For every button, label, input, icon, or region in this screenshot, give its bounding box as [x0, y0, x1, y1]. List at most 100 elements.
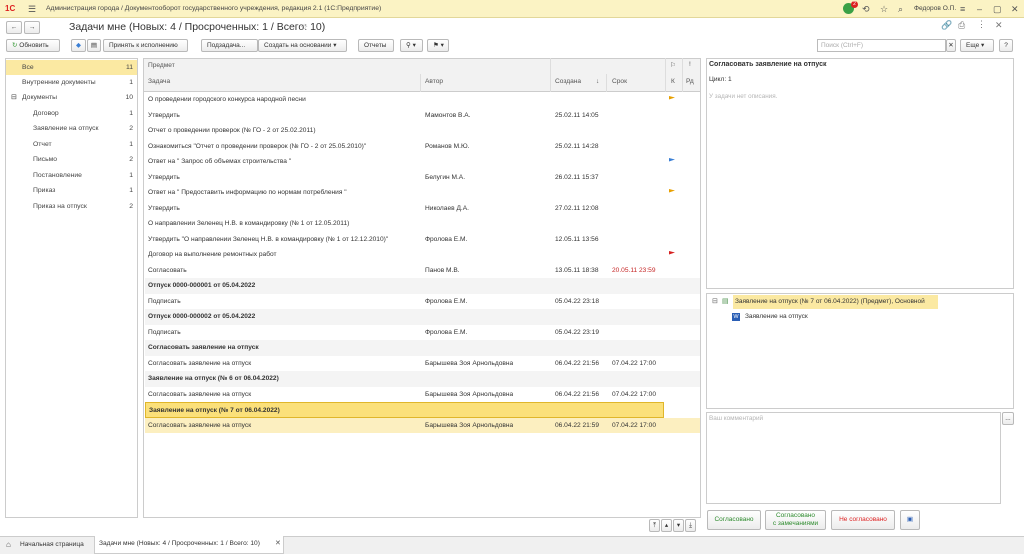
table-row[interactable]: Согласовать заявление на отпуск [145, 340, 700, 356]
save-button[interactable]: ▣ [900, 510, 920, 530]
link-icon[interactable]: 🔗 [941, 20, 952, 31]
home-icon[interactable]: ⌂ [6, 540, 11, 549]
tab-home[interactable]: Начальная страница [20, 541, 84, 548]
scroll-top-button[interactable]: ⤒ [649, 519, 660, 532]
print-icon[interactable]: ⎙ [958, 20, 965, 31]
column-subject[interactable]: Предмет [148, 62, 175, 69]
table-row[interactable]: Согласовать заявление на отпуск Барышева … [145, 356, 700, 372]
tree-collapse-icon[interactable]: ⊟ [712, 297, 718, 305]
reports-button[interactable]: Отчеты [358, 39, 394, 52]
sidebar-item-letter[interactable]: Письмо 2 [6, 152, 137, 167]
approve-button[interactable]: Согласовано [707, 510, 761, 530]
flag-blue-button[interactable]: ◆ [71, 39, 86, 52]
sidebar-item-internal[interactable]: Внутренние документы 1 [6, 75, 137, 90]
table-row[interactable]: Согласовать Панов М.В. 13.05.11 18:38 20.05… [145, 263, 700, 279]
accept-icon-button[interactable]: ▤ [87, 39, 101, 52]
menu-icon[interactable]: ☰ [28, 0, 36, 18]
sidebar-item-contract[interactable]: Договор 1 [6, 106, 137, 121]
table-row[interactable]: О направлении Зеленец Н.В. в командировк… [145, 216, 700, 232]
table-row[interactable]: Утвердить Мамонтов В.А. 25.02.11 14:05 [145, 108, 700, 124]
close-icon[interactable]: ✕ [1011, 0, 1019, 18]
row-created: 25.02.11 14:28 [555, 142, 599, 150]
back-button[interactable]: ← [6, 21, 22, 34]
tab-current[interactable]: Задачи мне (Новых: 4 / Просроченных: 1 /… [94, 536, 284, 554]
star-icon[interactable]: ☆ [300, 22, 308, 33]
reject-button[interactable]: Не согласовано [831, 510, 895, 530]
sidebar-item-resolution[interactable]: Постановление 1 [6, 168, 137, 183]
flag-icon[interactable] [669, 189, 675, 193]
column-rd[interactable]: Рд [686, 78, 694, 85]
table-row[interactable]: Подписать Фролова Е.М. 05.04.22 23:18 [145, 294, 700, 310]
table-row[interactable]: Ответ на " Запрос об объемах строительст… [145, 154, 700, 170]
tab-close-icon[interactable]: ✕ [275, 539, 281, 547]
table-row[interactable]: Отпуск 0000-000001 от 05.04.2022 [145, 278, 700, 294]
table-row[interactable]: Заявление на отпуск (№ 7 от 06.04.2022) [145, 402, 664, 418]
maximize-icon[interactable]: ▢ [993, 0, 1002, 18]
table-row[interactable]: Ознакомиться "Отчет о проведении проверо… [145, 139, 700, 155]
table-row[interactable]: Отпуск 0000-000002 от 05.04.2022 [145, 309, 700, 325]
minimize-icon[interactable]: – [977, 0, 982, 18]
search-input[interactable]: Поиск (Ctrl+F) [817, 39, 946, 52]
table-row[interactable]: Договор на выполнение ремонтных работ [145, 247, 700, 263]
table-row[interactable]: Согласовать заявление на отпуск Барышева … [145, 387, 700, 403]
refresh-button[interactable]: ↻ Обновить [6, 39, 60, 52]
table-row[interactable]: Утвердить Белугин М.А. 26.02.11 15:37 [145, 170, 700, 186]
column-created[interactable]: Создана [555, 78, 581, 85]
table-row[interactable]: Отчет о проведении проверок (№ ГО - 2 от… [145, 123, 700, 139]
scroll-up-button[interactable]: ▴ [661, 519, 672, 532]
sidebar-item-report[interactable]: Отчет 1 [6, 137, 137, 152]
search-clear-button[interactable]: ✕ [946, 39, 956, 52]
sidebar-item-documents[interactable]: ⊟ Документы 10 [6, 90, 137, 105]
collapse-icon[interactable]: ⊟ [11, 90, 17, 105]
sidebar-item-all[interactable]: Все 11 [6, 60, 137, 75]
flag-filter-button[interactable]: ⚑ ▾ [427, 39, 449, 52]
search-icon[interactable]: ⌕ [898, 0, 903, 18]
flag-icon[interactable] [669, 158, 675, 162]
row-created: 06.04.22 21:59 [555, 421, 599, 429]
history-icon[interactable]: ⟲ [862, 0, 870, 18]
sidebar-item-order[interactable]: Приказ 1 [6, 183, 137, 198]
accept-button[interactable]: Принять к исполнению [103, 39, 188, 52]
help-button[interactable]: ? [999, 39, 1013, 52]
attach-button[interactable]: ⚲ ▾ [400, 39, 423, 52]
table-row[interactable]: Утвердить "О направлении Зеленец Н.В. в … [145, 232, 700, 248]
notification-badge: 2 [851, 1, 858, 8]
user-name[interactable]: Федоров О.П. [914, 0, 956, 18]
comment-expand-button[interactable]: ... [1002, 412, 1014, 425]
column-k[interactable]: К [671, 78, 675, 85]
table-row[interactable]: Заявление на отпуск (№ 6 от 06.04.2022) [145, 371, 700, 387]
row-subject: О проведении городского конкурса народно… [148, 96, 306, 103]
forward-button[interactable]: → [24, 21, 40, 34]
scroll-bottom-button[interactable]: ⤓ [685, 519, 696, 532]
more-icon[interactable]: ⋮ [977, 19, 986, 30]
subject-tree: ⊟ ▤ Заявление на отпуск (№ 7 от 06.04.20… [706, 293, 1014, 409]
sidebar-item-vacation-order[interactable]: Приказ на отпуск 2 [6, 199, 137, 214]
approve-remarks-button[interactable]: Согласовано с замечаниями [765, 510, 826, 530]
more-button[interactable]: Еще ▾ [960, 39, 994, 52]
tree-root-item[interactable]: Заявление на отпуск (№ 7 от 06.04.2022) … [733, 295, 938, 309]
sidebar-item-vacation-request[interactable]: Заявление на отпуск 2 [6, 121, 137, 136]
row-task: Согласовать заявление на отпуск [148, 390, 252, 398]
table-row[interactable]: Согласовать заявление на отпуск Барышева … [145, 417, 700, 433]
create-based-button[interactable]: Создать на основании ▾ [258, 39, 347, 52]
table-row[interactable]: О проведении городского конкурса народно… [145, 92, 700, 108]
flag-icon[interactable] [669, 96, 675, 100]
table-row[interactable]: Ответ на " Предоставить информацию по но… [145, 185, 700, 201]
column-important-icon[interactable]: ! [689, 61, 691, 68]
column-deadline[interactable]: Срок [612, 78, 627, 85]
subtask-button[interactable]: Подзадача... [201, 39, 258, 52]
comment-field[interactable]: Ваш комментарий [706, 412, 1001, 504]
column-author[interactable]: Автор [425, 78, 443, 85]
table-row[interactable]: Утвердить Николаев Д.А. 27.02.11 12:08 [145, 201, 700, 217]
favorites-icon[interactable]: ☆ [880, 0, 888, 18]
column-task[interactable]: Задача [148, 78, 170, 85]
settings-icon[interactable]: ≡ [960, 0, 965, 18]
flag-icon[interactable] [669, 251, 675, 255]
column-flag-icon[interactable]: ⚐ [670, 61, 676, 69]
tree-child-item[interactable]: Заявление на отпуск [745, 313, 808, 320]
close-form-icon[interactable]: ✕ [995, 20, 1003, 31]
column-divider [550, 58, 551, 92]
scroll-down-button[interactable]: ▾ [673, 519, 684, 532]
row-task: Согласовать заявление на отпуск [148, 421, 252, 429]
table-row[interactable]: Подписать Фролова Е.М. 05.04.22 23:19 [145, 325, 700, 341]
